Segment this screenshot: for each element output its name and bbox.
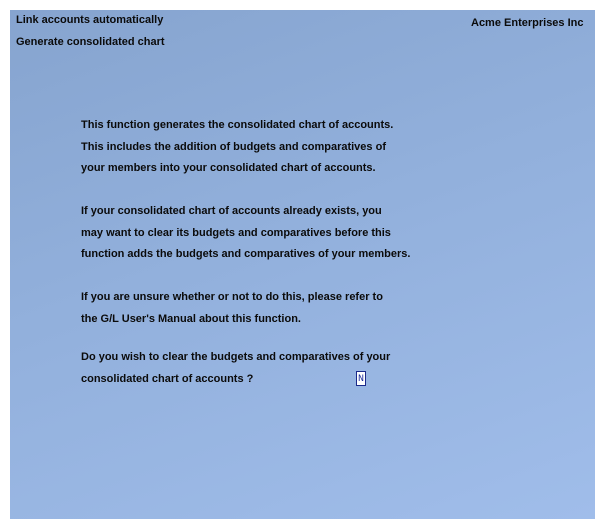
manual-reference-paragraph: If you are unsure whether or not to do t… <box>81 287 521 330</box>
company-name: Acme Enterprises Inc <box>471 17 584 29</box>
clear-question: Do you wish to clear the budgets and com… <box>81 347 521 390</box>
text-line: the G/L User's Manual about this functio… <box>81 312 301 325</box>
text-line: This function generates the consolidated… <box>81 119 394 131</box>
terminal-screen: Link accounts automatically Generate con… <box>10 10 595 519</box>
text-line: If your consolidated chart of accounts a… <box>81 205 382 217</box>
description-paragraph: This function generates the consolidated… <box>81 115 521 180</box>
function-title: Link accounts automatically <box>16 14 164 26</box>
text-line: function adds the budgets and comparativ… <box>81 248 411 260</box>
function-subtitle: Generate consolidated chart <box>16 36 165 48</box>
existing-chart-paragraph: If your consolidated chart of accounts a… <box>81 201 521 266</box>
text-line: may want to clear its budgets and compar… <box>81 226 391 239</box>
clear-budgets-answer-input[interactable]: N <box>356 371 366 386</box>
text-line: your members into your consolidated char… <box>81 162 376 174</box>
question-line: consolidated chart of accounts ? <box>81 372 254 385</box>
text-line: This includes the addition of budgets an… <box>81 140 386 153</box>
text-line: If you are unsure whether or not to do t… <box>81 291 383 303</box>
question-line: Do you wish to clear the budgets and com… <box>81 351 391 363</box>
